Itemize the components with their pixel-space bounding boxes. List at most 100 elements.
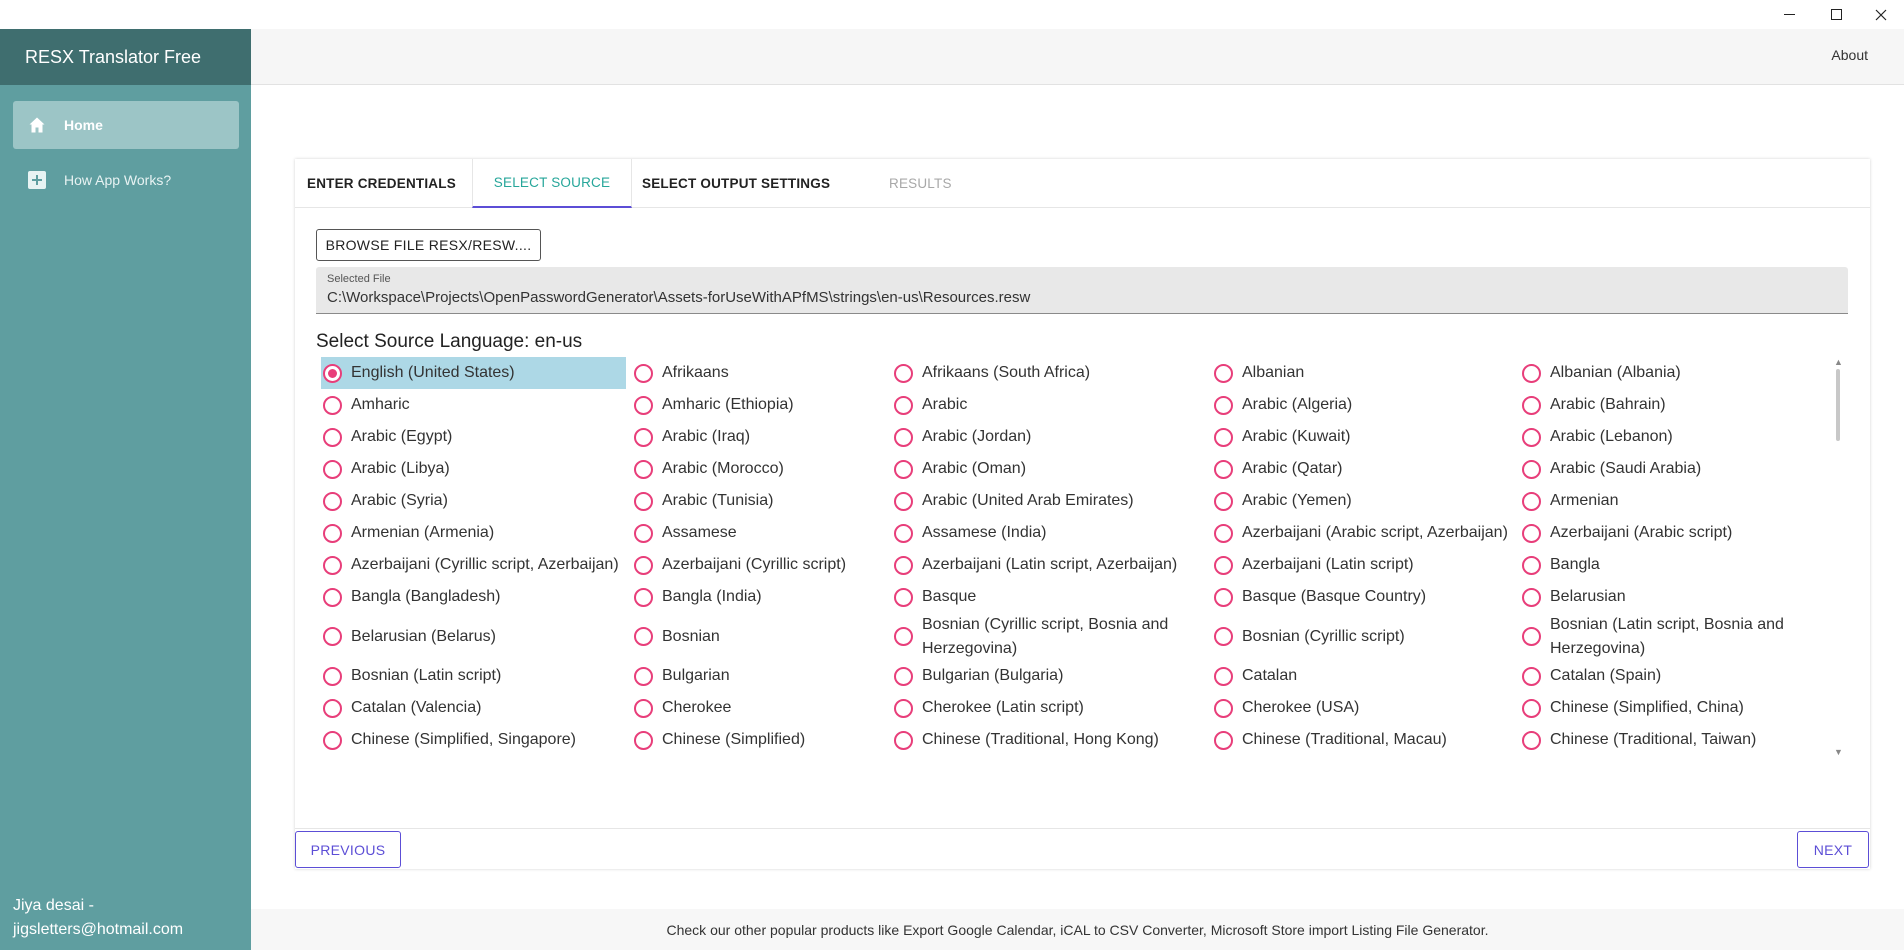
- language-option[interactable]: Armenian (Armenia): [323, 517, 628, 549]
- radio-checked-icon[interactable]: [323, 363, 342, 383]
- radio-unchecked-icon[interactable]: [323, 730, 342, 750]
- radio-unchecked-icon[interactable]: [894, 363, 913, 383]
- language-option[interactable]: Azerbaijani (Latin script, Azerbaijan): [894, 549, 1214, 581]
- language-option[interactable]: Afrikaans: [634, 357, 894, 389]
- language-option[interactable]: Azerbaijani (Latin script): [1214, 549, 1524, 581]
- next-button[interactable]: NEXT: [1797, 831, 1869, 868]
- language-option[interactable]: English (United States): [321, 357, 626, 389]
- language-option[interactable]: Arabic (Egypt): [323, 421, 628, 453]
- radio-unchecked-icon[interactable]: [1522, 491, 1541, 511]
- language-option[interactable]: Amharic: [323, 389, 628, 421]
- radio-unchecked-icon[interactable]: [634, 459, 653, 479]
- about-link[interactable]: About: [1831, 47, 1868, 63]
- language-option[interactable]: Cherokee (Latin script): [894, 692, 1214, 724]
- language-option[interactable]: Basque (Basque Country): [1214, 581, 1524, 613]
- language-option[interactable]: Arabic: [894, 389, 1214, 421]
- language-option[interactable]: Catalan (Spain): [1522, 660, 1822, 692]
- radio-unchecked-icon[interactable]: [1214, 459, 1233, 479]
- radio-unchecked-icon[interactable]: [634, 491, 653, 511]
- scroll-down-icon[interactable]: ▼: [1834, 747, 1843, 757]
- language-option[interactable]: Armenian: [1522, 485, 1822, 517]
- selected-file-field[interactable]: Selected File C:\Workspace\Projects\Open…: [316, 267, 1848, 314]
- language-option[interactable]: Chinese (Simplified, Singapore): [323, 724, 628, 756]
- scroll-up-icon[interactable]: ▲: [1834, 357, 1843, 367]
- close-icon[interactable]: [1858, 0, 1904, 29]
- radio-unchecked-icon[interactable]: [323, 491, 342, 511]
- language-option[interactable]: Arabic (Qatar): [1214, 453, 1524, 485]
- radio-unchecked-icon[interactable]: [894, 555, 913, 575]
- radio-unchecked-icon[interactable]: [1214, 427, 1233, 447]
- language-option[interactable]: Azerbaijani (Arabic script): [1522, 517, 1822, 549]
- sidebar-item-home[interactable]: Home: [13, 101, 239, 149]
- radio-unchecked-icon[interactable]: [1522, 698, 1541, 718]
- radio-unchecked-icon[interactable]: [894, 459, 913, 479]
- language-option[interactable]: Cherokee (USA): [1214, 692, 1524, 724]
- radio-unchecked-icon[interactable]: [634, 523, 653, 543]
- tab-enter-credentials[interactable]: ENTER CREDENTIALS: [307, 159, 456, 208]
- language-option[interactable]: Bosnian: [634, 613, 894, 660]
- language-option[interactable]: Arabic (Syria): [323, 485, 628, 517]
- sidebar-item-how-app-works[interactable]: How App Works?: [13, 156, 239, 204]
- radio-unchecked-icon[interactable]: [634, 698, 653, 718]
- radio-unchecked-icon[interactable]: [894, 491, 913, 511]
- language-option[interactable]: Bulgarian (Bulgaria): [894, 660, 1214, 692]
- language-option[interactable]: Bosnian (Latin script, Bosnia and Herzeg…: [1522, 613, 1822, 660]
- language-option[interactable]: Bosnian (Cyrillic script, Bosnia and Her…: [894, 613, 1214, 660]
- radio-unchecked-icon[interactable]: [323, 666, 342, 686]
- language-option[interactable]: Arabic (Yemen): [1214, 485, 1524, 517]
- radio-unchecked-icon[interactable]: [634, 730, 653, 750]
- language-option[interactable]: Arabic (Algeria): [1214, 389, 1524, 421]
- radio-unchecked-icon[interactable]: [323, 395, 342, 415]
- radio-unchecked-icon[interactable]: [1214, 491, 1233, 511]
- language-option[interactable]: Cherokee: [634, 692, 894, 724]
- language-option[interactable]: Belarusian: [1522, 581, 1822, 613]
- radio-unchecked-icon[interactable]: [894, 666, 913, 686]
- tab-select-source[interactable]: SELECT SOURCE: [472, 159, 632, 208]
- radio-unchecked-icon[interactable]: [1214, 555, 1233, 575]
- radio-unchecked-icon[interactable]: [1214, 627, 1233, 646]
- language-option[interactable]: Chinese (Simplified, China): [1522, 692, 1822, 724]
- radio-unchecked-icon[interactable]: [323, 427, 342, 447]
- radio-unchecked-icon[interactable]: [323, 627, 342, 646]
- radio-unchecked-icon[interactable]: [634, 363, 653, 383]
- radio-unchecked-icon[interactable]: [1522, 587, 1541, 607]
- radio-unchecked-icon[interactable]: [634, 395, 653, 415]
- radio-unchecked-icon[interactable]: [894, 395, 913, 415]
- radio-unchecked-icon[interactable]: [323, 523, 342, 543]
- language-option[interactable]: Bangla (Bangladesh): [323, 581, 628, 613]
- language-option[interactable]: Azerbaijani (Cyrillic script): [634, 549, 894, 581]
- language-option[interactable]: Basque: [894, 581, 1214, 613]
- language-option[interactable]: Chinese (Traditional, Macau): [1214, 724, 1524, 756]
- radio-unchecked-icon[interactable]: [323, 459, 342, 479]
- language-option[interactable]: Chinese (Traditional, Taiwan): [1522, 724, 1822, 756]
- radio-unchecked-icon[interactable]: [323, 587, 342, 607]
- language-option[interactable]: Arabic (Bahrain): [1522, 389, 1822, 421]
- browse-file-button[interactable]: BROWSE FILE RESX/RESW....: [316, 229, 541, 261]
- language-option[interactable]: Azerbaijani (Cyrillic script, Azerbaijan…: [323, 549, 628, 581]
- language-option[interactable]: Chinese (Simplified): [634, 724, 894, 756]
- radio-unchecked-icon[interactable]: [634, 587, 653, 607]
- language-option[interactable]: Afrikaans (South Africa): [894, 357, 1214, 389]
- radio-unchecked-icon[interactable]: [1522, 459, 1541, 479]
- language-option[interactable]: Arabic (Tunisia): [634, 485, 894, 517]
- language-option[interactable]: Arabic (Iraq): [634, 421, 894, 453]
- radio-unchecked-icon[interactable]: [634, 666, 653, 686]
- radio-unchecked-icon[interactable]: [1214, 698, 1233, 718]
- language-option[interactable]: Arabic (Libya): [323, 453, 628, 485]
- radio-unchecked-icon[interactable]: [1522, 523, 1541, 543]
- radio-unchecked-icon[interactable]: [634, 627, 653, 646]
- scroll-thumb[interactable]: [1836, 369, 1840, 441]
- language-option[interactable]: Belarusian (Belarus): [323, 613, 628, 660]
- radio-unchecked-icon[interactable]: [894, 627, 913, 646]
- language-option[interactable]: Bosnian (Cyrillic script): [1214, 613, 1524, 660]
- radio-unchecked-icon[interactable]: [894, 698, 913, 718]
- language-option[interactable]: Catalan (Valencia): [323, 692, 628, 724]
- language-option[interactable]: Assamese (India): [894, 517, 1214, 549]
- tab-select-output-settings[interactable]: SELECT OUTPUT SETTINGS: [642, 159, 830, 208]
- language-option[interactable]: Bangla (India): [634, 581, 894, 613]
- language-option[interactable]: Arabic (Saudi Arabia): [1522, 453, 1822, 485]
- radio-unchecked-icon[interactable]: [894, 587, 913, 607]
- language-option[interactable]: Arabic (United Arab Emirates): [894, 485, 1214, 517]
- radio-unchecked-icon[interactable]: [1522, 627, 1541, 646]
- language-option[interactable]: Albanian: [1214, 357, 1524, 389]
